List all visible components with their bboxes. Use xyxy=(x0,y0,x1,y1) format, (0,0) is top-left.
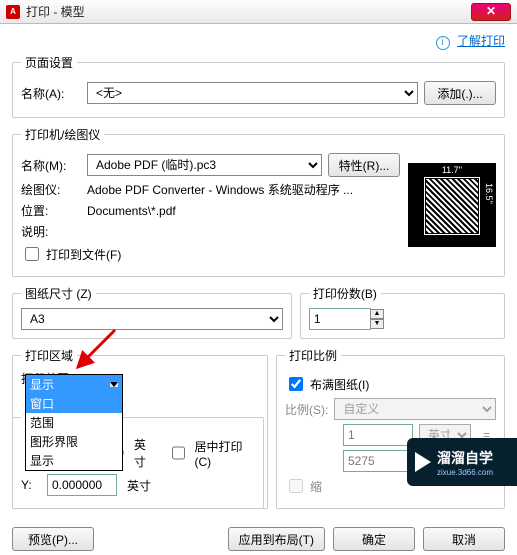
plotter-value: Adobe PDF Converter - Windows 系统驱动程序 ... xyxy=(87,181,353,198)
printer-props-button[interactable]: 特性(R)... xyxy=(328,153,400,177)
paper-size-group: 图纸尺寸 (Z) A3 xyxy=(12,285,292,339)
preview-height-label: 16.5'' xyxy=(484,183,494,204)
location-value: Documents\*.pdf xyxy=(87,204,176,218)
scale-num-input xyxy=(343,424,413,446)
scale-den-input xyxy=(343,450,413,472)
scale-lineweights-label: 缩 xyxy=(310,478,322,495)
paper-size-select[interactable]: A3 xyxy=(21,308,283,330)
window-title: 打印 - 模型 xyxy=(26,3,471,20)
printer-legend: 打印机/绘图仪 xyxy=(21,126,104,143)
scope-option-window[interactable]: 窗口 xyxy=(26,394,122,413)
printer-group: 打印机/绘图仪 名称(M): Adobe PDF (临时).pc3 特性(R).… xyxy=(12,126,505,277)
chevron-down-icon[interactable] xyxy=(110,382,118,387)
plotter-label: 绘图仪: xyxy=(21,181,81,198)
paper-size-legend: 图纸尺寸 (Z) xyxy=(21,285,96,302)
print-to-file-checkbox[interactable] xyxy=(25,247,39,261)
close-button[interactable]: ✕ xyxy=(471,3,511,21)
center-print-checkbox[interactable] xyxy=(172,446,185,460)
print-area-legend: 打印区域 xyxy=(21,347,77,364)
paper-preview: 11.7'' 16.5'' xyxy=(408,163,496,247)
page-name-label: 名称(A): xyxy=(21,85,81,102)
print-scope-selected[interactable]: 显示 xyxy=(30,376,54,393)
preview-button[interactable]: 预览(P)... xyxy=(12,527,94,551)
fit-to-paper-checkbox[interactable] xyxy=(289,377,303,391)
offset-x-unit: 英寸 xyxy=(134,436,156,470)
copies-group: 打印份数(B) ▲▼ xyxy=(300,285,505,339)
play-icon xyxy=(415,452,431,472)
ok-button[interactable]: 确定 xyxy=(333,527,415,551)
brand-name: 溜溜自学 xyxy=(437,448,493,468)
print-to-file-label: 打印到文件(F) xyxy=(46,246,121,263)
scope-option-display[interactable]: 显示 xyxy=(26,451,122,470)
offset-y-input[interactable] xyxy=(47,474,117,496)
print-scope-dropdown[interactable]: 显示 窗口 范围 图形界限 显示 xyxy=(25,374,123,471)
scale-lineweights-checkbox xyxy=(289,479,303,493)
center-print-label: 居中打印(C) xyxy=(194,438,255,469)
page-settings-legend: 页面设置 xyxy=(21,54,77,71)
print-scale-legend: 打印比例 xyxy=(285,347,341,364)
copies-input[interactable] xyxy=(309,308,371,330)
scale-label: 比例(S): xyxy=(285,401,328,418)
offset-y-unit: 英寸 xyxy=(127,477,151,494)
copies-legend: 打印份数(B) xyxy=(309,285,381,302)
location-label: 位置: xyxy=(21,202,81,219)
page-settings-group: 页面设置 名称(A): <无> 添加(.)... xyxy=(12,54,505,118)
printer-name-select[interactable]: Adobe PDF (临时).pc3 xyxy=(87,154,322,176)
page-name-select[interactable]: <无> xyxy=(87,82,418,104)
offset-y-label: Y: xyxy=(21,478,41,492)
watermark-brand: 溜溜自学 zixue.3d66.com xyxy=(407,438,517,486)
scale-select: 自定义 xyxy=(334,398,496,420)
info-icon: i xyxy=(436,36,450,50)
scope-option-extents[interactable]: 范围 xyxy=(26,413,122,432)
printer-name-label: 名称(M): xyxy=(21,157,81,174)
cancel-button[interactable]: 取消 xyxy=(423,527,505,551)
help-link[interactable]: 了解打印 xyxy=(457,34,505,48)
copies-down[interactable]: ▼ xyxy=(370,319,384,329)
fit-to-paper-label: 布满图纸(I) xyxy=(310,376,369,393)
desc-label: 说明: xyxy=(21,223,81,240)
scope-option-limits[interactable]: 图形界限 xyxy=(26,432,122,451)
add-button[interactable]: 添加(.)... xyxy=(424,81,496,105)
copies-up[interactable]: ▲ xyxy=(370,309,384,319)
apply-layout-button[interactable]: 应用到布局(T) xyxy=(228,527,325,551)
preview-width-label: 11.7'' xyxy=(408,165,496,175)
brand-url: zixue.3d66.com xyxy=(437,468,493,477)
app-icon: A xyxy=(6,5,20,19)
titlebar: A 打印 - 模型 ✕ xyxy=(0,0,517,24)
